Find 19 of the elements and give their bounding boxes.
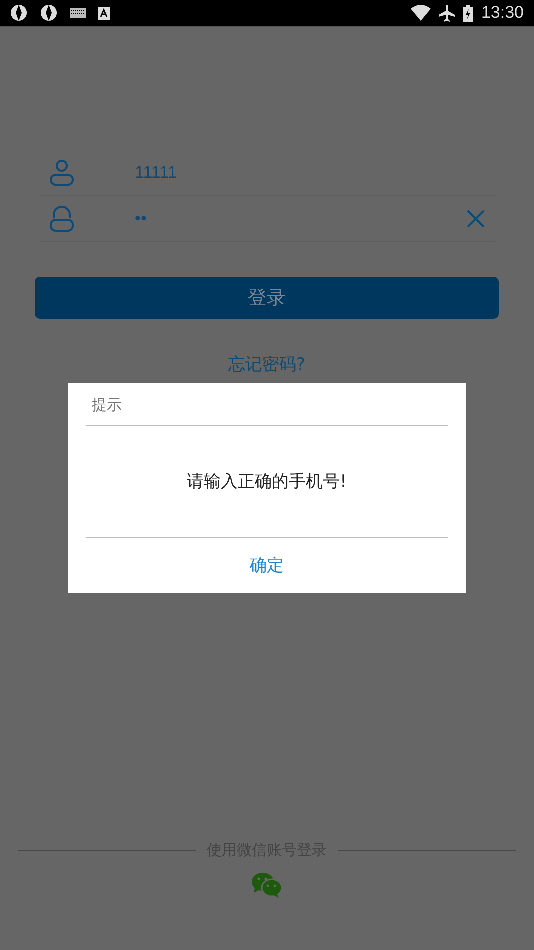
airplane-icon [439, 4, 456, 22]
keyboard-icon [70, 8, 86, 18]
wifi-icon [411, 5, 432, 21]
user-icon [50, 160, 74, 186]
confirm-button[interactable]: 确定 [240, 538, 294, 593]
username-field[interactable]: 11111 [135, 162, 495, 182]
aperture-icon [10, 4, 28, 22]
aperture-icon [40, 4, 58, 22]
clear-icon[interactable] [467, 210, 485, 228]
lock-icon [50, 206, 74, 232]
text-input-icon [98, 6, 110, 20]
forgot-password-link[interactable]: 忘记密码? [228, 353, 306, 376]
clock: 13:30 [481, 3, 524, 23]
dialog-message: 请输入正确的手机号! [86, 426, 448, 538]
password-field[interactable]: •• [135, 208, 467, 228]
battery-charging-icon [463, 4, 474, 22]
login-button[interactable]: 登录 [35, 277, 499, 319]
dialog-title: 提示 [86, 383, 448, 426]
chat-bubbles-icon[interactable] [251, 872, 283, 898]
